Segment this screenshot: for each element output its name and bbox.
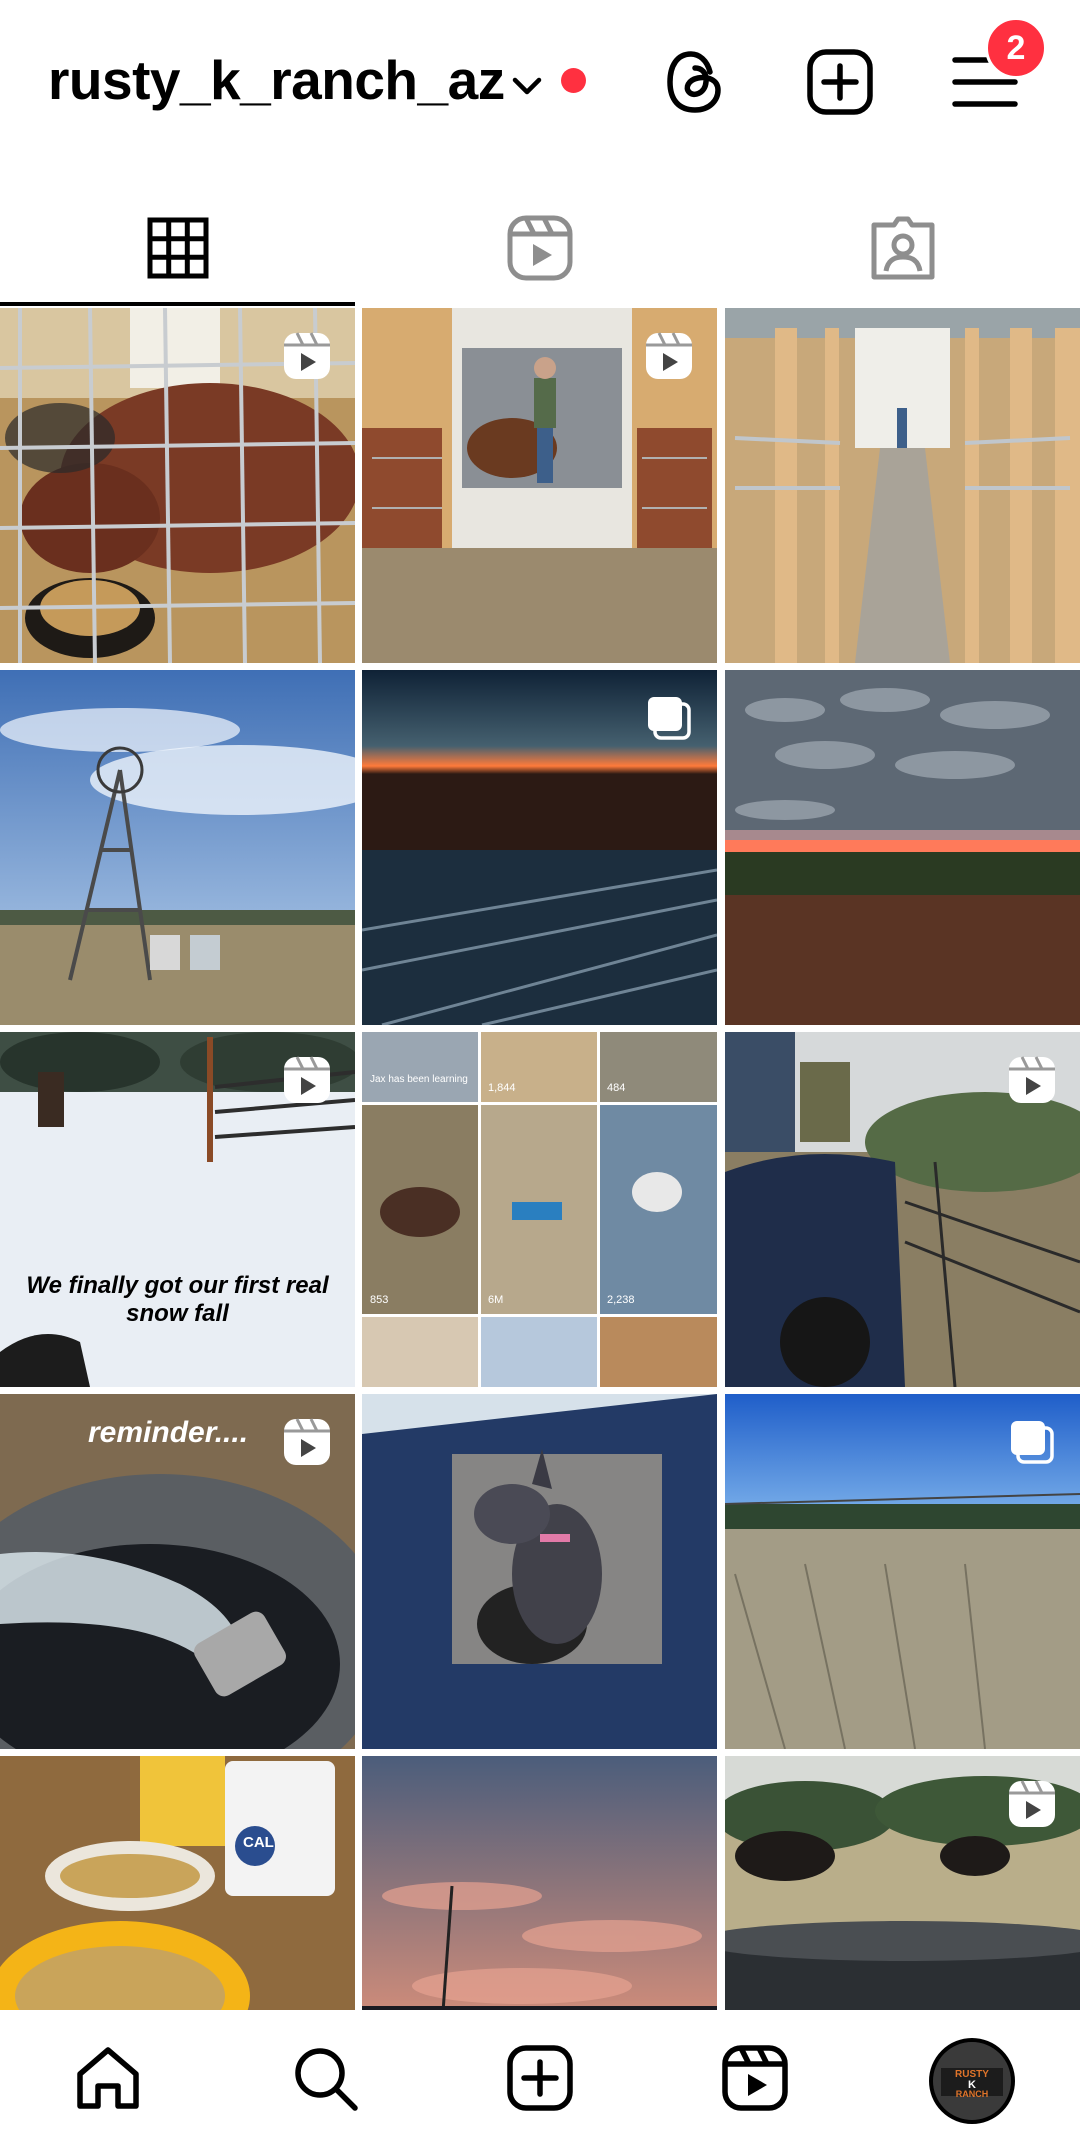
post-thumbnail bbox=[362, 1032, 717, 1387]
create-icon bbox=[507, 2045, 573, 2111]
top-bar: rusty_k_ranch_az 2 bbox=[0, 0, 1080, 165]
post-thumbnail bbox=[725, 308, 1080, 663]
reel-badge-icon bbox=[284, 1418, 330, 1465]
collage-count: 1,844 bbox=[488, 1082, 516, 1094]
grid-post[interactable]: Jax has been learning 1,844 484 853 6M 2… bbox=[362, 1032, 717, 1387]
grid-post[interactable] bbox=[725, 670, 1080, 1025]
notification-badge: 2 bbox=[985, 17, 1047, 79]
username[interactable]: rusty_k_ranch_az bbox=[48, 48, 505, 112]
reel-badge-icon bbox=[1009, 1056, 1055, 1103]
nav-home[interactable] bbox=[68, 2038, 148, 2118]
selected-tab-indicator bbox=[0, 302, 355, 306]
grid-post[interactable]: We finally got our first real snow fall bbox=[0, 1032, 355, 1387]
bottom-nav: RUSTY K RANCH bbox=[0, 2010, 1080, 2153]
tab-reels[interactable] bbox=[362, 190, 717, 306]
grid-post[interactable] bbox=[725, 308, 1080, 663]
threads-icon[interactable] bbox=[655, 42, 735, 122]
grid-post[interactable] bbox=[0, 308, 355, 663]
profile-avatar[interactable]: RUSTY K RANCH bbox=[929, 2038, 1015, 2124]
collage-count: 6M bbox=[488, 1294, 504, 1306]
post-caption-overlay: We finally got our first real snow fall bbox=[26, 1272, 329, 1327]
profile-tabs bbox=[0, 190, 1080, 306]
reels-icon bbox=[722, 2045, 788, 2111]
collage-count: 484 bbox=[607, 1082, 626, 1094]
collage-count: 853 bbox=[370, 1294, 389, 1306]
post-thumbnail bbox=[0, 670, 355, 1025]
collage-label: Jax has been learning bbox=[370, 1074, 468, 1085]
reel-badge-icon bbox=[646, 332, 692, 379]
tab-tagged[interactable] bbox=[725, 190, 1080, 306]
collage-count: 2,238 bbox=[607, 1294, 635, 1306]
grid-post[interactable] bbox=[0, 670, 355, 1025]
tab-posts-grid[interactable] bbox=[0, 190, 355, 306]
reel-badge-icon bbox=[284, 332, 330, 379]
grid-post[interactable] bbox=[362, 308, 717, 663]
search-icon bbox=[295, 2048, 358, 2111]
bucket-label: CAL bbox=[243, 1834, 274, 1851]
tagged-icon bbox=[871, 216, 934, 280]
create-post-icon[interactable] bbox=[800, 42, 880, 122]
grid-post[interactable] bbox=[725, 1032, 1080, 1387]
grid-post[interactable]: reminder.... bbox=[0, 1394, 355, 1749]
carousel-badge-icon bbox=[1011, 1421, 1054, 1464]
nav-search[interactable] bbox=[285, 2038, 365, 2118]
grid-post[interactable] bbox=[725, 1394, 1080, 1749]
nav-reels[interactable] bbox=[715, 2038, 795, 2118]
ranch-logo: RUSTY K RANCH bbox=[933, 2042, 1011, 2120]
reel-badge-icon bbox=[284, 1056, 330, 1103]
nav-create[interactable] bbox=[500, 2038, 580, 2118]
grid-icon bbox=[147, 217, 208, 279]
grid-post[interactable] bbox=[362, 670, 717, 1025]
reel-badge-icon bbox=[1009, 1780, 1055, 1827]
home-icon bbox=[77, 2047, 139, 2109]
post-thumbnail bbox=[725, 670, 1080, 1025]
reels-icon bbox=[507, 215, 572, 281]
new-activity-dot bbox=[561, 68, 586, 93]
carousel-badge-icon bbox=[648, 697, 691, 740]
svg-text:RANCH: RANCH bbox=[956, 2089, 989, 2099]
chevron-down-icon[interactable] bbox=[507, 66, 547, 106]
grid-post[interactable] bbox=[362, 1394, 717, 1749]
post-thumbnail bbox=[362, 1394, 717, 1749]
